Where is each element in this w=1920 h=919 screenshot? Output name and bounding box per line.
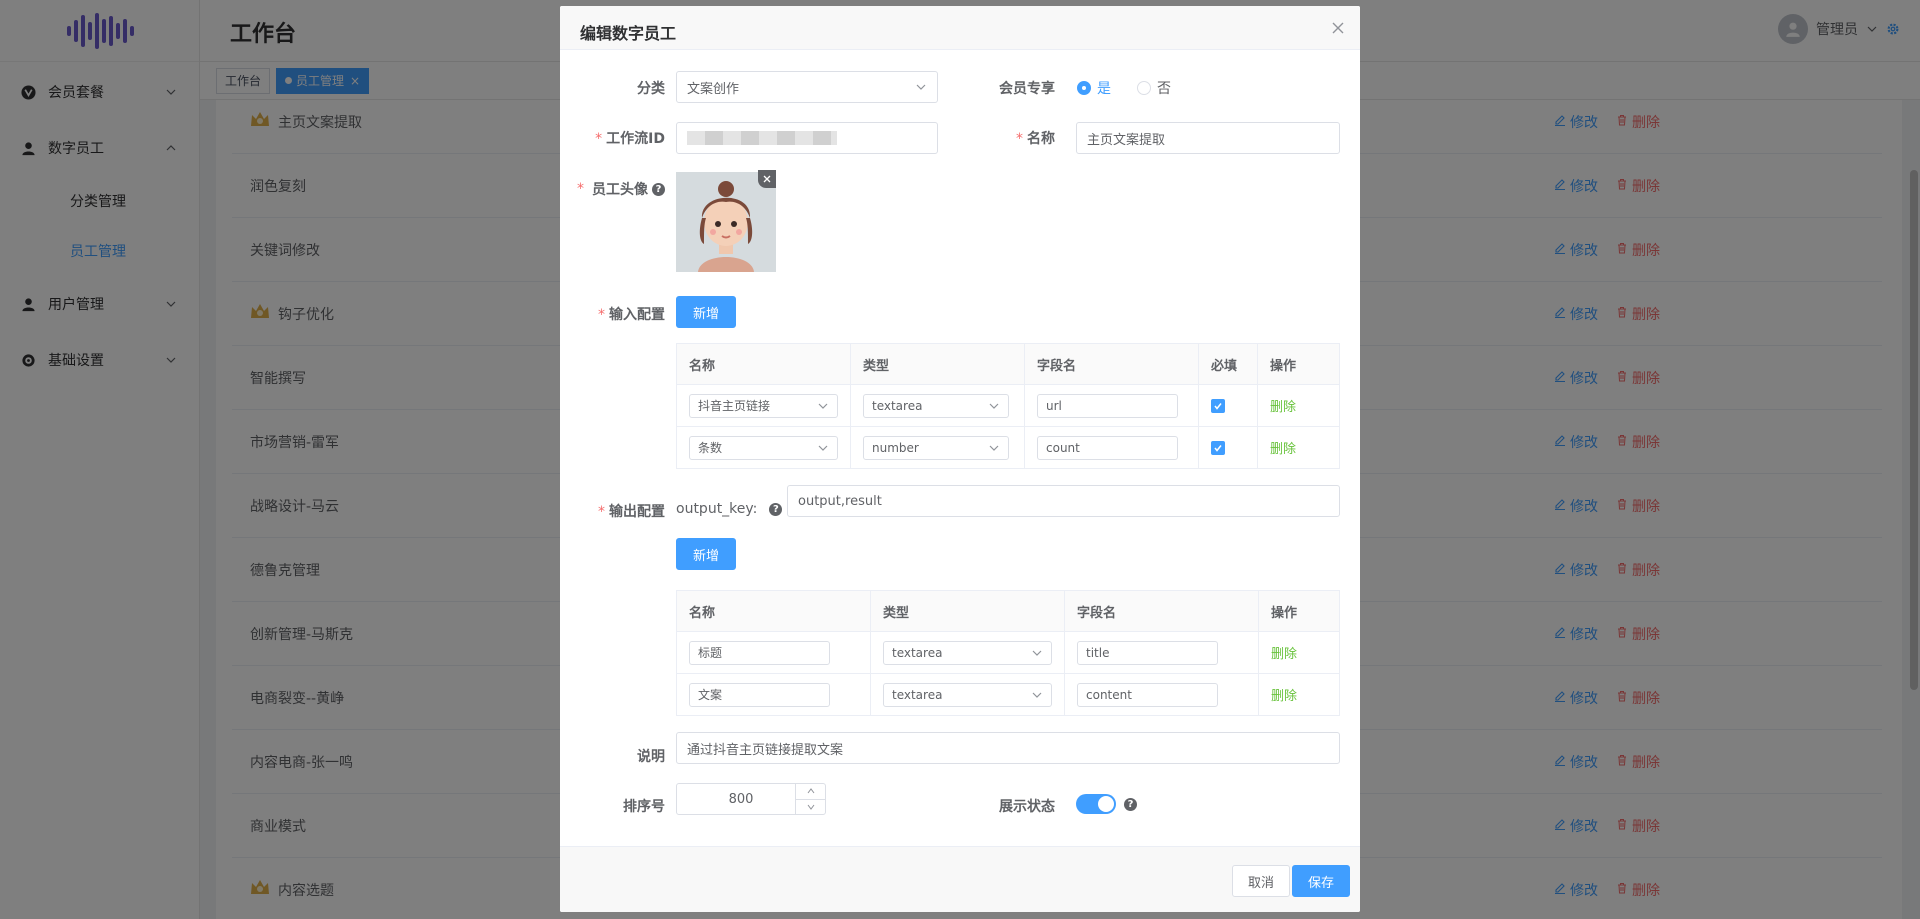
cancel-button[interactable]: 取消 [1232,865,1290,897]
column-header: 类型 [851,344,1025,384]
category-select[interactable]: 文案创作 [676,71,938,103]
required-checkbox[interactable] [1211,440,1225,455]
column-header: 字段名 [1025,344,1199,384]
column-header: 操作 [1259,591,1339,631]
field-name-select[interactable]: 抖音主页链接 [689,393,838,418]
output-type-select[interactable]: textarea [883,682,1052,707]
workflow-id-label: * 工作流ID [595,131,665,147]
table-header-row: 名称 类型 字段名 操作 [677,591,1339,632]
output-type-select[interactable]: textarea [883,640,1052,665]
column-header: 字段名 [1065,591,1259,631]
name-value: 主页文案提取 [1087,132,1166,148]
member-no-radio[interactable]: 否 [1137,78,1171,98]
add-input-button[interactable]: 新增 [676,296,736,328]
table-header-row: 名称 类型 字段名 必填 操作 [677,344,1339,385]
column-header: 名称 [677,591,871,631]
dialog-footer: 取消 保存 [560,846,1360,912]
dialog-header: 编辑数字员工 [560,6,1360,50]
table-row: 抖音主页链接 textarea url 删除 [677,385,1339,427]
decrement-icon[interactable] [796,800,825,815]
description-label: 说明 [637,749,665,765]
table-row: 文案 textarea content 删除 [677,674,1339,715]
chevron-down-icon [989,403,999,409]
help-icon[interactable]: ? [1124,797,1137,811]
help-icon[interactable]: ? [769,502,783,516]
sort-order-label: 排序号 [623,799,665,815]
description-value: 通过抖音主页链接提取文案 [687,742,844,758]
output-config-table: 名称 类型 字段名 操作 标题 textarea title 删除 文案 tex… [676,590,1340,716]
input-config-table: 名称 类型 字段名 必填 操作 抖音主页链接 textarea url 删除 条… [676,343,1340,469]
output-name-input[interactable]: 文案 [689,682,830,707]
output-key-label: output_key: [676,501,758,517]
name-label: * 名称 [1016,131,1055,147]
column-header: 名称 [677,344,851,384]
chevron-down-icon [818,403,828,409]
field-key-input[interactable]: url [1037,393,1178,418]
chevron-down-icon [818,445,828,451]
sort-order-value: 800 [728,791,754,807]
input-config-label: * 输入配置 [598,307,665,323]
member-only-label: 会员专享 [999,81,1055,97]
field-type-select[interactable]: number [863,435,1009,460]
name-input[interactable]: 主页文案提取 [1076,122,1340,154]
field-type-select[interactable]: textarea [863,393,1009,418]
field-key-input[interactable]: count [1037,435,1178,460]
display-status-label: 展示状态 [999,799,1055,815]
display-status-switch[interactable] [1076,794,1116,814]
remove-avatar-icon[interactable] [758,170,776,188]
category-label: 分类 [637,81,665,97]
category-value: 文案创作 [687,81,740,97]
output-name-input[interactable]: 标题 [689,640,830,665]
output-config-label: * 输出配置 [598,504,665,520]
save-button[interactable]: 保存 [1292,865,1350,897]
chevron-down-icon [989,445,999,451]
chevron-down-icon [916,84,926,90]
description-input[interactable]: 通过抖音主页链接提取文案 [676,732,1340,764]
increment-icon[interactable] [796,784,825,800]
chevron-down-icon [1032,650,1042,656]
dialog-title: 编辑数字员工 [580,24,677,43]
delete-row-link[interactable]: 删除 [1270,396,1296,415]
workflow-id-input[interactable] [676,122,938,154]
radio-label: 是 [1097,81,1111,97]
column-header: 操作 [1258,344,1339,384]
edit-staff-dialog: 编辑数字员工 分类 文案创作 会员专享 是 否 * 工作流ID * 名称 主页文案提… [560,6,1360,912]
field-name-select[interactable]: 条数 [689,435,838,460]
output-key-input[interactable]: output,result [787,485,1340,517]
add-output-button[interactable]: 新增 [676,538,736,570]
output-key-value: output,result [798,493,882,509]
delete-row-link[interactable]: 删除 [1271,643,1297,662]
close-icon[interactable] [1330,20,1346,36]
avatar-image[interactable] [676,172,776,272]
delete-row-link[interactable]: 删除 [1270,438,1296,457]
column-header: 必填 [1199,344,1258,384]
delete-row-link[interactable]: 删除 [1271,685,1297,704]
required-checkbox[interactable] [1211,398,1225,413]
sort-order-stepper[interactable]: 800 [676,783,826,815]
redacted-value [687,131,837,145]
avatar-label: * 员工头像? [560,179,665,199]
column-header: 类型 [871,591,1065,631]
member-yes-radio[interactable]: 是 [1077,78,1111,98]
chevron-down-icon [1032,692,1042,698]
output-key-field-input[interactable]: title [1077,640,1218,665]
table-row: 条数 number count 删除 [677,427,1339,468]
output-key-field-input[interactable]: content [1077,682,1218,707]
avatar-illustration [676,172,776,272]
radio-label: 否 [1157,81,1171,97]
help-icon[interactable]: ? [652,182,665,196]
table-row: 标题 textarea title 删除 [677,632,1339,674]
